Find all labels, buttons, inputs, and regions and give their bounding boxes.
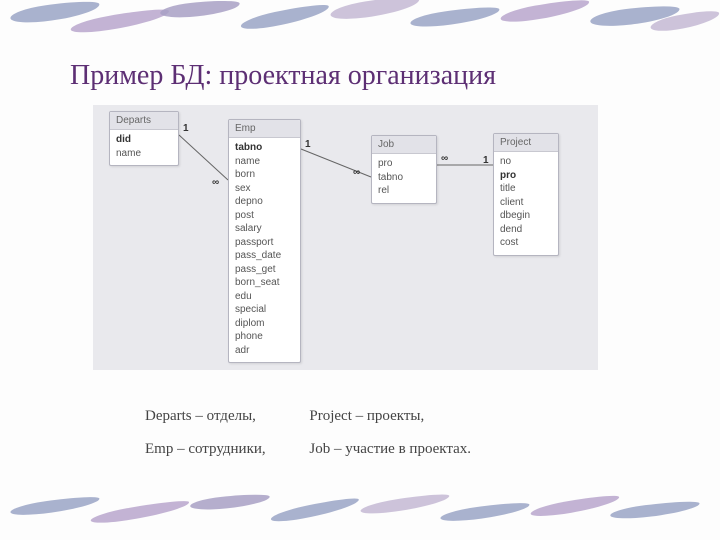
field: born bbox=[235, 168, 294, 182]
entity-fields: tabno name born sex depno post salary pa… bbox=[229, 138, 300, 362]
field: post bbox=[235, 209, 294, 223]
field: pass_date bbox=[235, 249, 294, 263]
cardinality-label: ∞ bbox=[353, 167, 360, 178]
entity-project: Project no pro title client dbegin dend … bbox=[493, 133, 559, 256]
field: sex bbox=[235, 182, 294, 196]
field: rel bbox=[378, 184, 430, 198]
legend-item: Job – участие в проектах. bbox=[309, 433, 471, 466]
field: depno bbox=[235, 195, 294, 209]
diagram-canvas: Departs did name Emp tabno name born sex… bbox=[93, 105, 598, 370]
field: did bbox=[116, 133, 172, 147]
entity-emp: Emp tabno name born sex depno post salar… bbox=[228, 119, 301, 363]
entity-fields: no pro title client dbegin dend cost bbox=[494, 152, 558, 255]
field: no bbox=[500, 155, 552, 169]
field: tabno bbox=[235, 141, 294, 155]
field: phone bbox=[235, 330, 294, 344]
entity-header: Departs bbox=[110, 112, 178, 130]
cardinality-label: 1 bbox=[483, 155, 489, 166]
legend: Departs – отделы, Emp – сотрудники, Proj… bbox=[145, 400, 471, 466]
field: dend bbox=[500, 223, 552, 237]
entity-header: Project bbox=[494, 134, 558, 152]
entity-fields: did name bbox=[110, 130, 178, 165]
cardinality-label: 1 bbox=[183, 123, 189, 134]
cardinality-label: ∞ bbox=[212, 177, 219, 188]
field: title bbox=[500, 182, 552, 196]
field: name bbox=[235, 155, 294, 169]
field: name bbox=[116, 147, 172, 161]
field: passport bbox=[235, 236, 294, 250]
field: dbegin bbox=[500, 209, 552, 223]
field: edu bbox=[235, 290, 294, 304]
entity-departs: Departs did name bbox=[109, 111, 179, 166]
entity-header: Emp bbox=[229, 120, 300, 138]
legend-item: Departs – отделы, bbox=[145, 400, 266, 433]
field: pro bbox=[378, 157, 430, 171]
field: pass_get bbox=[235, 263, 294, 277]
field: pro bbox=[500, 169, 552, 183]
entity-job: Job pro tabno rel bbox=[371, 135, 437, 204]
field: special bbox=[235, 303, 294, 317]
entity-header: Job bbox=[372, 136, 436, 154]
field: cost bbox=[500, 236, 552, 250]
field: salary bbox=[235, 222, 294, 236]
entity-fields: pro tabno rel bbox=[372, 154, 436, 203]
page-title: Пример БД: проектная организация bbox=[70, 60, 496, 92]
field: diplom bbox=[235, 317, 294, 331]
decor-bottom bbox=[0, 496, 720, 524]
field: born_seat bbox=[235, 276, 294, 290]
field: client bbox=[500, 196, 552, 210]
field: adr bbox=[235, 344, 294, 358]
cardinality-label: ∞ bbox=[441, 153, 448, 164]
legend-item: Emp – сотрудники, bbox=[145, 433, 266, 466]
cardinality-label: 1 bbox=[305, 139, 311, 150]
field: tabno bbox=[378, 171, 430, 185]
decor-top bbox=[0, 0, 720, 40]
legend-item: Project – проекты, bbox=[309, 400, 471, 433]
